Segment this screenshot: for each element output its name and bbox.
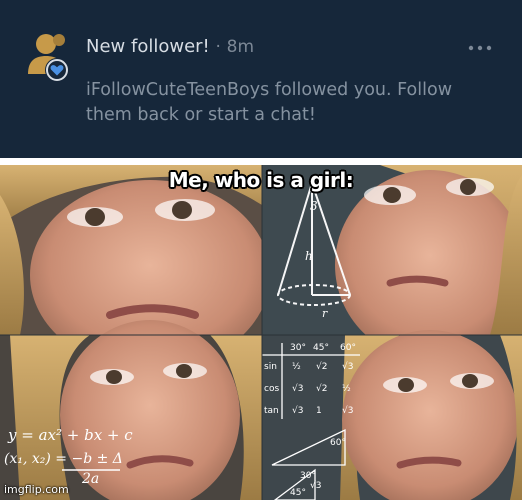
- svg-text:½: ½: [342, 384, 351, 394]
- svg-text:√3: √3: [292, 383, 303, 394]
- svg-text:30°: 30°: [300, 471, 316, 481]
- svg-text:2a: 2a: [81, 471, 99, 487]
- watermark: imgflip.com: [4, 483, 69, 496]
- svg-text:½: ½: [292, 362, 301, 372]
- notification-body: iFollowCuteTeenBoys followed you. Follow…: [86, 80, 453, 125]
- svg-text:y = ax² + bx + c: y = ax² + bx + c: [7, 426, 133, 444]
- notification-title: New follower!: [86, 36, 210, 57]
- meme-caption: Me, who is a girl:: [168, 168, 354, 192]
- svg-text:3: 3: [310, 199, 318, 213]
- svg-text:30°: 30°: [290, 343, 306, 353]
- svg-text:√3: √3: [310, 480, 321, 491]
- svg-text:45°: 45°: [290, 488, 306, 498]
- svg-text:(x₁, x₂) = −b ± Δ: (x₁, x₂) = −b ± Δ: [4, 451, 123, 467]
- svg-text:1: 1: [316, 406, 322, 416]
- separator-dot: ·: [215, 37, 221, 57]
- svg-text:√3: √3: [342, 361, 353, 372]
- user-avatar-icon[interactable]: [24, 30, 72, 84]
- svg-text:r: r: [322, 307, 328, 320]
- notification-time: 8m: [226, 37, 255, 57]
- svg-text:45°: 45°: [313, 343, 329, 353]
- svg-text:sin: sin: [264, 362, 277, 372]
- svg-text:√2: √2: [316, 361, 327, 372]
- meme-image: h r 3 y = ax² + bx + c (x₁, x₂) = −b ± Δ…: [0, 165, 522, 500]
- svg-text:h: h: [305, 249, 313, 263]
- divider: [0, 158, 522, 165]
- svg-text:60°: 60°: [330, 438, 346, 448]
- svg-text:√3: √3: [342, 405, 353, 416]
- svg-text:√2: √2: [316, 383, 327, 394]
- svg-text:tan: tan: [264, 406, 279, 416]
- svg-text:cos: cos: [264, 384, 279, 394]
- svg-text:√3: √3: [292, 405, 303, 416]
- notification-card[interactable]: New follower! · 8m iFollowCuteTeenBoys f…: [0, 0, 522, 158]
- ellipsis-icon[interactable]: [468, 38, 492, 51]
- notification-header: New follower! · 8m: [86, 36, 254, 57]
- svg-text:60°: 60°: [340, 343, 356, 353]
